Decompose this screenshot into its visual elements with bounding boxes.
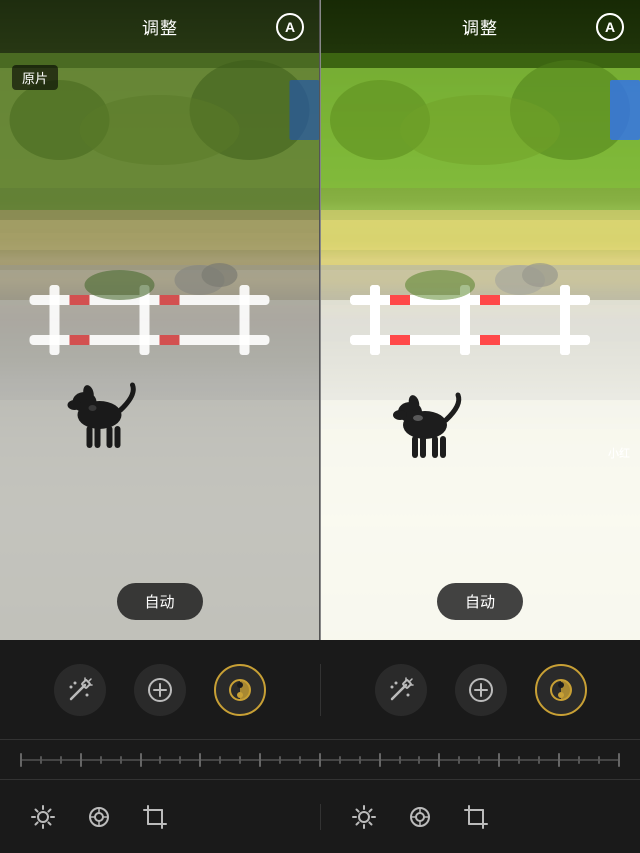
left-title: 调整	[142, 14, 178, 39]
tone-curve-icon-right	[547, 676, 575, 704]
slider-tick	[299, 756, 301, 764]
plus-circle-icon-right	[467, 676, 495, 704]
retouch-icon-left[interactable]	[86, 804, 112, 830]
magic-wand-icon-right	[388, 677, 414, 703]
right-header-icon[interactable]: A	[596, 13, 624, 41]
slider-tick	[578, 756, 580, 764]
tone-curve-left[interactable]	[214, 664, 266, 716]
slider-tick	[319, 753, 321, 767]
slider-track[interactable]	[20, 759, 620, 761]
slider-tick	[20, 753, 22, 767]
watermark: 小红	[608, 445, 630, 461]
slider-tick	[120, 756, 122, 764]
slider-tick	[179, 756, 181, 764]
slider-tick	[279, 756, 281, 764]
slider-tick	[359, 756, 361, 764]
slider-tick	[518, 756, 520, 764]
brightness-icon-right[interactable]	[351, 804, 377, 830]
app-container: 调整 A 原片 自动	[0, 0, 640, 853]
slider-tick	[379, 753, 381, 767]
magic-wand-icon-left	[67, 677, 93, 703]
slider-tick	[239, 756, 241, 764]
header-left: 调整 A	[0, 0, 320, 53]
tools-left	[0, 664, 320, 716]
slider-tick	[558, 753, 560, 767]
slider-tick	[259, 753, 261, 767]
slider-tick	[100, 756, 102, 764]
header-right: 调整 A	[320, 0, 640, 53]
scene-left-svg	[0, 0, 319, 640]
left-header-icon[interactable]: A	[276, 13, 304, 41]
adj-icons-left	[0, 804, 320, 830]
slider-tick	[418, 756, 420, 764]
panel-right: 调整 A 小红 自动	[320, 0, 640, 640]
brightness-icon-left[interactable]	[30, 804, 56, 830]
slider-tick	[199, 753, 201, 767]
adj-icons-right	[320, 804, 640, 830]
photo-comparison-area: 调整 A 原片 自动	[0, 0, 640, 640]
retouch-icon-right[interactable]	[407, 804, 433, 830]
slider-tick	[339, 756, 341, 764]
slider-tick	[498, 753, 500, 767]
original-label: 原片	[12, 65, 58, 90]
adj-row	[0, 780, 640, 853]
panel-left: 调整 A 原片 自动	[0, 0, 320, 640]
slider-tick	[219, 756, 221, 764]
scene-right-svg	[320, 0, 640, 640]
slider-tick	[478, 756, 480, 764]
tone-curve-right[interactable]	[535, 664, 587, 716]
slider-tick	[438, 753, 440, 767]
slider-tick	[80, 753, 82, 767]
magic-wand-left[interactable]	[54, 664, 106, 716]
slider-tick	[399, 756, 401, 764]
magic-wand-right[interactable]	[375, 664, 427, 716]
plus-enhance-left[interactable]	[134, 664, 186, 716]
slider-dots	[20, 753, 620, 767]
slider-tick	[458, 756, 460, 764]
slider-tick	[60, 756, 62, 764]
plus-circle-icon-left	[146, 676, 174, 704]
slider-tick	[159, 756, 161, 764]
slider-tick	[598, 756, 600, 764]
tools-row	[0, 640, 640, 740]
slider-tick	[538, 756, 540, 764]
plus-enhance-right[interactable]	[455, 664, 507, 716]
slider-tick	[140, 753, 142, 767]
crop-icon-left[interactable]	[142, 804, 168, 830]
slider-tick	[618, 753, 620, 767]
right-title: 调整	[462, 14, 498, 39]
controls-area	[0, 640, 640, 853]
auto-button-left[interactable]: 自动	[116, 583, 202, 620]
tools-right	[320, 664, 640, 716]
slider-tick	[40, 756, 42, 764]
tone-curve-icon-left	[226, 676, 254, 704]
slider-row[interactable]	[0, 740, 640, 780]
auto-button-right[interactable]: 自动	[437, 583, 523, 620]
panel-divider	[320, 0, 321, 640]
crop-icon-right[interactable]	[463, 804, 489, 830]
